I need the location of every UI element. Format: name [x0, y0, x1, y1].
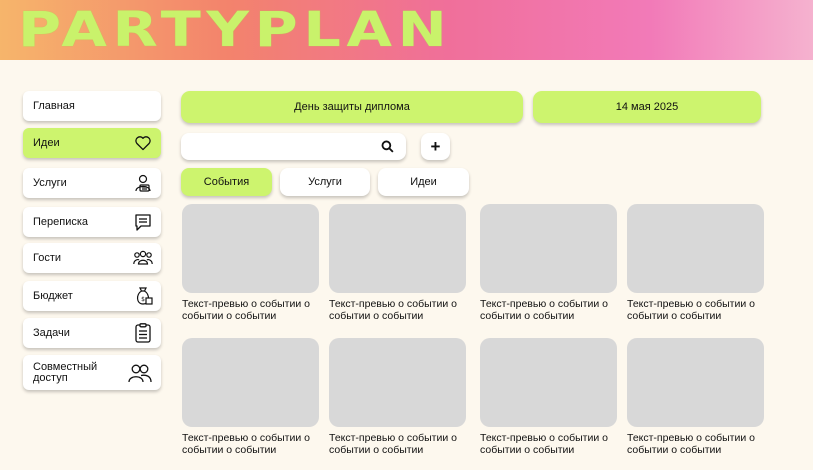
- app-header: PARTYPLAN: [0, 0, 813, 60]
- tab-ideas[interactable]: Идеи: [378, 168, 469, 196]
- chat-icon: [133, 212, 153, 232]
- search-icon[interactable]: [381, 140, 394, 153]
- app-logo[interactable]: PARTYPLAN: [18, 3, 452, 58]
- checklist-icon: [133, 323, 153, 343]
- sidebar-item-budget[interactable]: Бюджет $: [23, 281, 161, 311]
- event-card[interactable]: Текст-превью о событии о событии о событ…: [480, 204, 617, 322]
- tab-label: События: [203, 176, 250, 188]
- event-card-image: [480, 204, 617, 293]
- sidebar-item-ideas[interactable]: Идеи: [23, 128, 161, 158]
- service-person-icon: [133, 173, 153, 193]
- event-card[interactable]: Текст-превью о событии о событии о событ…: [627, 204, 764, 322]
- event-name-pill[interactable]: День защиты диплома: [181, 91, 523, 123]
- event-card[interactable]: Текст-превью о событии о событии о событ…: [627, 338, 764, 456]
- sidebar-item-messages[interactable]: Переписка: [23, 207, 161, 237]
- event-date-pill[interactable]: 14 мая 2025: [533, 91, 761, 123]
- sidebar-item-label: Главная: [33, 99, 75, 112]
- event-card-image: [329, 204, 466, 293]
- add-button[interactable]: +: [421, 133, 450, 160]
- sidebar-item-label: Бюджет: [33, 289, 73, 302]
- event-card-text: Текст-превью о событии о событии о событ…: [182, 298, 310, 322]
- event-card-text: Текст-превью о событии о событии о событ…: [480, 432, 608, 456]
- event-card-text: Текст-превью о событии о событии о событ…: [627, 432, 755, 456]
- sidebar-item-label: Услуги: [33, 176, 67, 189]
- event-card[interactable]: Текст-превью о событии о событии о событ…: [182, 204, 319, 322]
- event-card-text: Текст-превью о событии о событии о событ…: [329, 298, 457, 322]
- event-card[interactable]: Текст-превью о событии о событии о событ…: [182, 338, 319, 456]
- event-card-text: Текст-превью о событии о событии о событ…: [329, 432, 457, 456]
- sidebar-item-shared-access[interactable]: Совместный доступ: [23, 355, 161, 390]
- money-bag-icon: $: [133, 286, 153, 306]
- event-card[interactable]: Текст-превью о событии о событии о событ…: [329, 204, 466, 322]
- tab-services[interactable]: Услуги: [280, 168, 370, 196]
- event-date: 14 мая 2025: [615, 101, 679, 113]
- search-bar: [181, 133, 406, 160]
- tab-label: Идеи: [410, 176, 437, 188]
- sidebar-item-label: Идеи: [33, 136, 60, 149]
- event-card-image: [627, 338, 764, 427]
- tab-label: Услуги: [308, 176, 342, 188]
- sidebar-item-home[interactable]: Главная: [23, 91, 161, 121]
- event-name: День защиты диплома: [294, 101, 410, 113]
- tab-events[interactable]: События: [181, 168, 272, 196]
- svg-text:$: $: [141, 296, 145, 303]
- search-input[interactable]: [189, 137, 369, 156]
- sidebar-item-label: Задачи: [33, 326, 70, 339]
- sidebar-item-guests[interactable]: Гости: [23, 243, 161, 273]
- shared-users-icon: [127, 363, 153, 383]
- event-card-image: [480, 338, 617, 427]
- sidebar-item-services[interactable]: Услуги: [23, 168, 161, 198]
- heart-icon: [133, 133, 153, 153]
- sidebar-item-label: Гости: [33, 251, 62, 264]
- event-card-text: Текст-превью о событии о событии о событ…: [480, 298, 608, 322]
- event-card-image: [627, 204, 764, 293]
- event-card[interactable]: Текст-превью о событии о событии о событ…: [480, 338, 617, 456]
- plus-icon: +: [430, 136, 441, 156]
- sidebar-item-label: Совместный доступ: [33, 360, 98, 384]
- event-card-text: Текст-превью о событии о событии о событ…: [627, 298, 755, 322]
- event-card-text: Текст-превью о событии о событии о событ…: [182, 432, 310, 456]
- event-card-image: [182, 338, 319, 427]
- event-card-image: [329, 338, 466, 427]
- guests-icon: [133, 248, 153, 268]
- event-card-image: [182, 204, 319, 293]
- sidebar-item-label: Переписка: [33, 215, 89, 228]
- sidebar-item-tasks[interactable]: Задачи: [23, 318, 161, 348]
- event-card[interactable]: Текст-превью о событии о событии о событ…: [329, 338, 466, 456]
